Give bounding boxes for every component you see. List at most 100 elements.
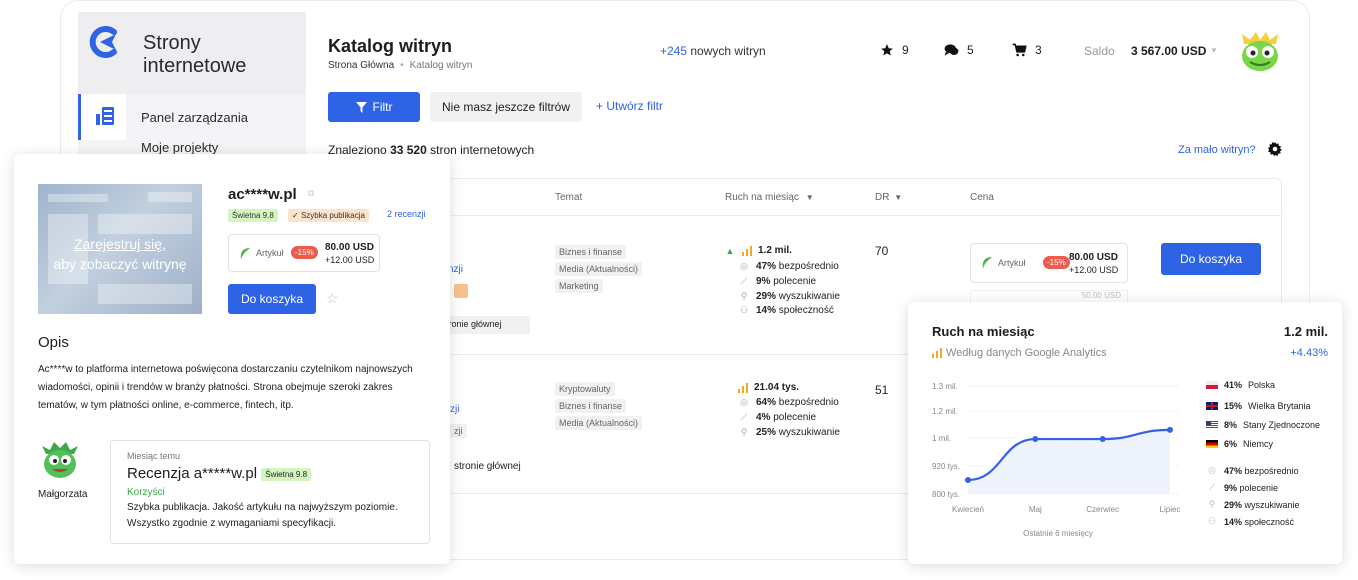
- discount-badge: -15%: [291, 246, 318, 259]
- cart-counter[interactable]: 3: [1012, 43, 1042, 57]
- favorites-counter[interactable]: 9: [880, 43, 909, 57]
- column-header-traffic-label: Ruch na miesiąc: [725, 192, 799, 203]
- source-pct: 4%: [756, 412, 771, 423]
- traffic-source: ⚲ 29% wyszukiwanie: [1206, 499, 1300, 510]
- y-tick-label: 920 tys.: [932, 462, 960, 471]
- source-label: bezpośrednio: [778, 261, 839, 272]
- country-row: 8% Stany Zjednoczone: [1206, 420, 1320, 430]
- register-link[interactable]: Zarejestruj się,: [38, 234, 202, 254]
- price-card[interactable]: Artykuł -15% 80.00 USD +12.00 USD: [228, 234, 380, 272]
- placement-text: stronie głównej: [454, 461, 521, 472]
- source-label: wyszukiwanie: [778, 427, 840, 438]
- country-row: 6% Niemcy: [1206, 439, 1273, 449]
- filter-button-label: Filtr: [372, 100, 393, 114]
- add-to-cart-button[interactable]: Do koszyka: [228, 284, 316, 314]
- link-icon: ⟋: [740, 276, 748, 286]
- messages-counter[interactable]: 5: [944, 43, 974, 57]
- row-divider: [329, 215, 1281, 216]
- chevron-down-icon[interactable]: ▼: [1210, 46, 1218, 55]
- filter-button[interactable]: Filtr: [328, 92, 420, 122]
- column-header-traffic[interactable]: Ruch na miesiąc ▼: [725, 192, 814, 203]
- source-label: społeczność: [1244, 516, 1295, 527]
- source-label: wyszukiwanie: [1244, 499, 1300, 510]
- partial-tag: zji: [450, 424, 467, 438]
- sidebar-item-dashboard[interactable]: Panel zarządzania: [141, 110, 248, 125]
- breadcrumb-home[interactable]: Strona Główna: [328, 60, 394, 71]
- source-pct: 64%: [756, 397, 777, 408]
- add-to-cart-button[interactable]: Do koszyka: [1161, 243, 1261, 275]
- favorite-star-icon[interactable]: ☆: [326, 290, 339, 307]
- traffic-source: ⟋ 4% polecenie: [738, 412, 816, 423]
- x-axis-label: Ostatnie 6 miesięcy: [1023, 529, 1093, 538]
- favorites-count: 9: [902, 43, 909, 57]
- review-title: Recenzja a*****w.pl Świetna 9.8: [127, 465, 312, 482]
- new-sites-link[interactable]: +245 nowych witryn: [660, 44, 766, 58]
- external-link-icon[interactable]: ⧉: [308, 188, 314, 199]
- y-tick-label: 1.3 mil.: [932, 382, 958, 391]
- y-tick-label: 1 mil.: [932, 434, 951, 443]
- saldo-value[interactable]: 3 567.00 USD: [1131, 44, 1206, 58]
- user-avatar[interactable]: [1236, 30, 1284, 74]
- country-pct: 15%: [1224, 401, 1243, 411]
- traffic-source: ⚲ 25% wyszukiwanie: [738, 427, 840, 438]
- uk-flag-icon: [1206, 402, 1218, 410]
- sidebar-header: Strony internetowe: [78, 12, 306, 94]
- cart-count: 3: [1035, 43, 1042, 57]
- target-icon: ◎: [740, 261, 748, 271]
- column-header-price: Cena: [970, 192, 994, 203]
- site-thumbnail[interactable]: Zarejestruj się, aby zobaczyć witrynę: [38, 184, 202, 314]
- source-label: bezpośrednio: [1244, 465, 1299, 476]
- source-label: wyszukiwanie: [778, 291, 840, 302]
- register-prompt[interactable]: Zarejestruj się, aby zobaczyć witrynę: [38, 234, 202, 274]
- too-few-sites-link[interactable]: Za mało witryn?: [1178, 144, 1256, 156]
- traffic-source: ⚲ 29% wyszukiwanie: [738, 291, 840, 302]
- traffic-popup-subtitle-text: Według danych Google Analytics: [946, 347, 1107, 359]
- sidebar-active-marker[interactable]: [78, 94, 126, 140]
- country-pct: 8%: [1224, 420, 1238, 430]
- page-title: Katalog witryn: [328, 36, 453, 56]
- star-icon: [881, 44, 893, 56]
- source-pct: 14%: [1224, 516, 1243, 527]
- breadcrumb-current: Katalog witryn: [409, 60, 473, 71]
- source-label: bezpośrednio: [778, 397, 839, 408]
- site-name: ac****w.pl: [228, 186, 297, 203]
- sidebar-title: Strony internetowe: [143, 32, 247, 77]
- register-hint: aby zobaczyć witrynę: [53, 256, 187, 272]
- new-sites-count: +245: [660, 44, 688, 58]
- reviews-link-partial[interactable]: zji: [450, 404, 459, 415]
- sidebar-item-projects[interactable]: Moje projekty: [141, 140, 218, 155]
- source-pct: 25%: [756, 427, 777, 438]
- reviews-link-partial[interactable]: nzji: [448, 264, 463, 275]
- gear-icon[interactable]: [1268, 142, 1282, 156]
- topic-tag: Biznes i finanse: [555, 245, 627, 259]
- no-filters-notice: Nie masz jeszcze filtrów: [430, 92, 582, 122]
- usa-flag-icon: [1206, 421, 1218, 429]
- column-header-dr[interactable]: DR ▼: [875, 192, 902, 203]
- price-card[interactable]: Artykuł -15% 80.00 USD +12.00 USD: [970, 243, 1128, 283]
- funnel-icon: [355, 101, 367, 113]
- bar-chart-icon: [742, 245, 752, 256]
- traffic-chart: 1.3 mil. 1.2 mil. 1 mil. 920 tys. 800 tys. Kw…: [932, 382, 1180, 538]
- price-value: 80.00 USD: [325, 242, 374, 253]
- reviews-link[interactable]: 2 recenzji: [387, 209, 426, 219]
- x-tick-label: Maj: [1029, 505, 1042, 514]
- dr-value: 70: [875, 244, 889, 258]
- data-point: [1099, 436, 1106, 443]
- create-filter-link[interactable]: + Utwórz filtr: [596, 99, 663, 113]
- price-option-partial: 50.00 USD: [970, 290, 1128, 302]
- traffic-value: 1.2 mil.: [758, 245, 792, 256]
- traffic-popup: Ruch na miesiąc 1.2 mil. Według danych G…: [908, 302, 1342, 564]
- cart-icon: [1012, 43, 1027, 57]
- topic-tag: Media (Aktualności): [555, 262, 643, 276]
- target-icon: ◎: [1208, 465, 1216, 475]
- link-icon: ⟋: [740, 412, 748, 422]
- traffic-source: ⚇ 14% społeczność: [1206, 516, 1294, 527]
- discount-badge: -15%: [1043, 256, 1070, 269]
- sort-down-icon: ▼: [805, 193, 814, 202]
- site-preview-popup: Zarejestruj się, aby zobaczyć witrynę ac…: [14, 154, 450, 564]
- traffic-source: ◎ 47% bezpośrednio: [1206, 465, 1299, 476]
- logo-icon[interactable]: [86, 24, 122, 60]
- traffic-popup-total: 1.2 mil.: [1283, 324, 1328, 339]
- target-icon: ◎: [740, 397, 748, 407]
- leaf-icon: [240, 248, 250, 260]
